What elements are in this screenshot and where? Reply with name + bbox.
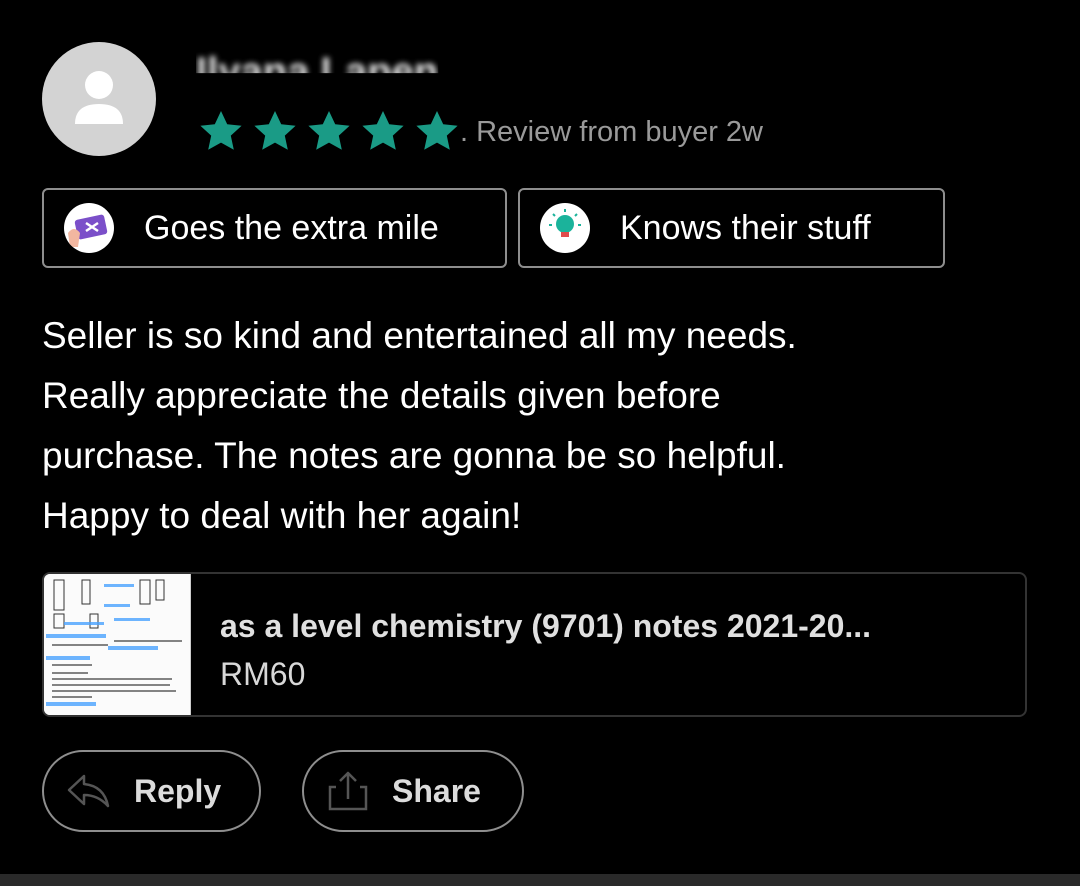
review-line: Happy to deal with her again! [42, 495, 522, 536]
star-icon [200, 111, 242, 150]
star-icon [416, 111, 458, 150]
badge-label: Knows their stuff [620, 208, 871, 247]
star-icon [362, 111, 404, 150]
bottom-divider [0, 874, 1080, 886]
review-body: Seller is so kind and entertained all my… [42, 306, 1042, 546]
user-icon [75, 71, 123, 124]
plane-ticket-icon [64, 203, 114, 253]
reviewer-avatar[interactable] [42, 42, 156, 156]
share-icon [326, 769, 370, 813]
share-button[interactable]: Share [302, 750, 524, 832]
badge-knows-stuff: Knows their stuff [518, 188, 945, 268]
review-source: . Review from buyer [460, 116, 718, 148]
reply-label: Reply [134, 772, 222, 809]
review-meta: . Review from buyer 2w [460, 116, 763, 149]
review-time: 2w [725, 116, 763, 148]
review-line: Seller is so kind and entertained all my… [42, 315, 797, 356]
reply-button[interactable]: Reply [42, 750, 261, 832]
review-line: purchase. The notes are gonna be so help… [42, 435, 786, 476]
reply-icon [66, 771, 112, 811]
product-thumbnail [44, 574, 191, 715]
badge-label: Goes the extra mile [144, 208, 439, 247]
star-rating [196, 108, 462, 156]
product-card[interactable]: as a level chemistry (9701) notes 2021-2… [42, 572, 1027, 717]
lightbulb-icon [540, 203, 590, 253]
star-icon [308, 111, 350, 150]
badge-extra-mile: Goes the extra mile [42, 188, 507, 268]
star-icon [254, 111, 296, 150]
review-line: Really appreciate the details given befo… [42, 375, 721, 416]
share-label: Share [392, 772, 481, 809]
product-price: RM60 [220, 656, 306, 692]
reviewer-name[interactable]: Ilyana Lapen [196, 50, 438, 73]
product-title[interactable]: as a level chemistry (9701) notes 2021-2… [220, 608, 1000, 645]
